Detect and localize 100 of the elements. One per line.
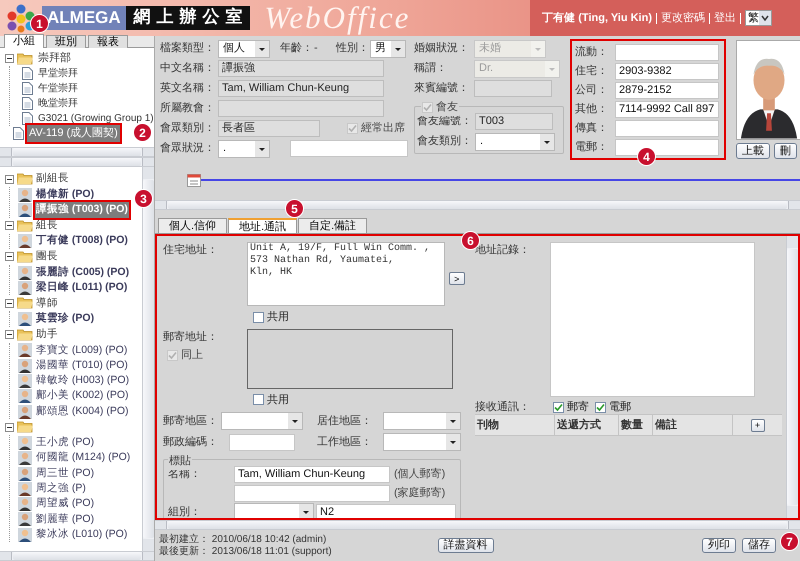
input-field[interactable]: T003 <box>475 113 553 130</box>
member-item[interactable]: 鄺小美 (K002) (PO) <box>35 388 130 404</box>
member-item[interactable]: 梁日峰 (L011) (PO) <box>35 280 128 296</box>
tree-group[interactable]: 助手 <box>36 326 58 343</box>
input-field[interactable] <box>290 140 408 157</box>
dropdown[interactable]: 個人 <box>218 40 270 58</box>
input-field[interactable]: 譚振強 <box>218 60 384 77</box>
footer-button[interactable]: 儲存 <box>742 538 776 553</box>
member-item[interactable]: 莫雲珍 (PO) <box>35 311 96 328</box>
checkbox[interactable] <box>553 402 564 412</box>
user-name[interactable]: 丁有健 (Ting, Yiu Kin) <box>542 10 652 26</box>
scrollbar[interactable] <box>0 157 154 167</box>
tree-item[interactable]: 晚堂崇拜 <box>36 96 80 111</box>
sidebar-tab[interactable]: 班別 <box>46 35 86 48</box>
input-field[interactable]: 2903-9382 <box>615 62 719 80</box>
checkbox-label: 共用 <box>267 392 289 408</box>
dropdown[interactable] <box>221 412 303 430</box>
member-item[interactable]: 劉麗華 (PO) <box>35 512 96 528</box>
member-item[interactable]: 鄺頌恩 (K004) (PO) <box>35 404 130 420</box>
member-item[interactable]: 丁有健 (T008) (PO) <box>35 233 129 250</box>
dropdown[interactable]: . <box>218 140 270 158</box>
scrollbar[interactable] <box>0 551 154 561</box>
input-field[interactable] <box>218 100 384 117</box>
language-select[interactable]: 繁 <box>745 10 772 26</box>
tree-item[interactable]: 午堂崇拜 <box>36 81 80 96</box>
updated-info: 最後更新： 2013/06/18 11:01 (support) <box>159 546 332 558</box>
member-item[interactable]: 周之強 (P) <box>35 480 87 497</box>
tree-group[interactable]: 導師 <box>36 296 58 312</box>
detail-tab[interactable]: 個人.信仰 <box>158 218 228 233</box>
collapse-icon[interactable] <box>5 252 14 262</box>
checkbox[interactable] <box>253 394 264 406</box>
member-item[interactable]: 何國龍 (M124) (PO) <box>35 450 132 466</box>
dropdown[interactable] <box>234 503 314 518</box>
input-field[interactable]: 2879-2152 <box>615 82 719 98</box>
collapse-icon[interactable] <box>5 174 14 184</box>
column-header: 備註 <box>653 415 733 435</box>
address-field[interactable] <box>247 328 453 388</box>
address-field[interactable]: Unit A, 19/F, Full Win Comm. , 573 Nathan Rd, Yaumatei, Kln, HK <box>247 242 445 306</box>
dropdown[interactable]: . <box>475 132 555 150</box>
tree-group[interactable]: 組長 <box>36 218 58 234</box>
member-item[interactable]: 譚振強 (T003) (PO) <box>35 202 129 218</box>
input-field[interactable]: N2 <box>316 504 456 518</box>
member-item[interactable]: 王小虎 (PO) <box>35 435 96 451</box>
tree-item[interactable]: G3021 (Growing Group 1) <box>36 111 154 126</box>
scrollbar[interactable] <box>142 167 154 551</box>
input-field[interactable]: 7114-9992 Call 897 <box>615 100 719 118</box>
member-item[interactable]: 黎冰冰 (L010) (PO) <box>35 526 128 543</box>
input-field[interactable]: 長者區 <box>218 120 320 137</box>
tree-item[interactable]: AV-119 (成人團契) <box>27 125 120 142</box>
dropdown[interactable] <box>383 433 461 451</box>
member-item[interactable]: 李寶文 (L009) (PO) <box>35 342 128 358</box>
scrollbar[interactable] <box>155 520 800 530</box>
checkbox[interactable] <box>595 402 606 412</box>
sidebar-tab[interactable]: 小組 <box>4 34 44 48</box>
photo-button[interactable]: 上載 <box>736 143 770 159</box>
input-field[interactable] <box>615 44 719 60</box>
member-item[interactable]: 楊偉新 (PO) <box>35 186 96 203</box>
input-field[interactable] <box>474 80 552 97</box>
scrollbar[interactable] <box>0 147 154 157</box>
created-info: 最初建立： 2010/06/18 10:42 (admin) <box>159 534 328 546</box>
header-link[interactable]: 登出 <box>714 10 736 26</box>
detail-tab[interactable]: 自定.備註 <box>298 218 368 233</box>
scrollbar[interactable] <box>786 236 798 518</box>
input-field[interactable] <box>615 120 719 136</box>
tree-item[interactable]: 早堂崇拜 <box>36 66 80 81</box>
collapse-icon[interactable] <box>5 298 14 308</box>
input-field[interactable]: Tam, William Chun-Keung <box>218 80 384 97</box>
callout-badge: 4 <box>637 147 656 166</box>
collapse-icon[interactable] <box>5 422 14 432</box>
folder-icon <box>17 297 33 310</box>
input-field[interactable] <box>229 434 295 450</box>
photo-button[interactable]: 刪 <box>774 143 797 159</box>
tree-group[interactable]: 副組長 <box>36 171 69 187</box>
header-link[interactable]: 更改密碼 <box>661 10 705 26</box>
checkbox[interactable] <box>253 312 264 323</box>
sidebar-tab[interactable]: 報表 <box>88 35 128 48</box>
copy-button[interactable]: > <box>448 272 465 285</box>
tree-group[interactable]: 團長 <box>36 249 58 265</box>
footer-button[interactable]: 列印 <box>702 538 736 553</box>
member-item[interactable]: 周三世 (PO) <box>35 466 96 482</box>
member-item[interactable]: 張麗詩 (C005) (PO) <box>35 264 130 280</box>
avatar-icon <box>18 234 32 248</box>
member-item[interactable]: 周望威 (PO) <box>35 496 96 512</box>
field-label: 電郵： <box>575 140 609 155</box>
detail-tab[interactable]: 地址.通訊 <box>228 218 298 233</box>
member-item[interactable]: 湯國華 (T010) (PO) <box>35 358 129 374</box>
avatar-icon <box>18 497 32 512</box>
tree-item[interactable]: 崇拜部 <box>36 50 73 67</box>
collapse-icon[interactable] <box>5 221 14 230</box>
input-field[interactable] <box>234 484 390 502</box>
address-log-field[interactable] <box>550 242 755 397</box>
dropdown[interactable] <box>383 412 461 430</box>
collapse-icon[interactable] <box>5 330 14 340</box>
input-field[interactable]: Tam, William Chun-Keung <box>234 466 390 482</box>
add-button[interactable]: + <box>750 418 764 432</box>
collapse-icon[interactable] <box>5 54 14 63</box>
member-item[interactable]: 韓敏玲 (H003) (PO) <box>35 373 130 389</box>
footer-button[interactable]: 詳盡資料 <box>438 538 494 553</box>
field-label: 組別： <box>168 504 202 518</box>
dropdown[interactable]: 男 <box>370 40 406 58</box>
